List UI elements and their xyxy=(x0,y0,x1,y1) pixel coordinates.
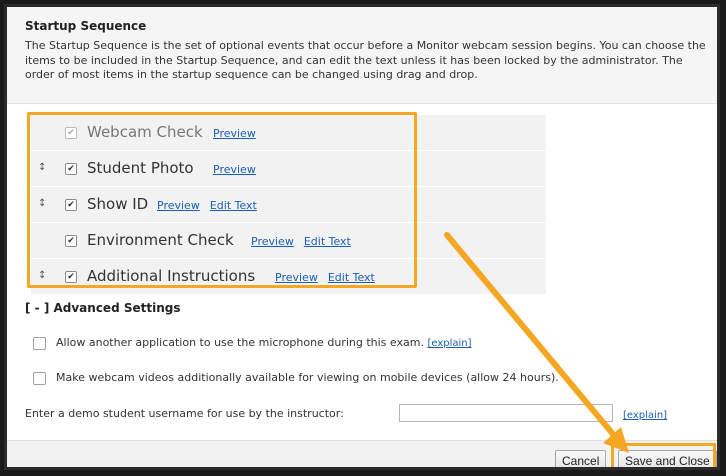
advanced-settings-toggle[interactable]: [ - ] Advanced Settings xyxy=(25,301,180,315)
sequence-item-label: Student Photo xyxy=(87,159,194,177)
sequence-item-links: Preview Edit Text xyxy=(251,235,361,248)
microphone-option[interactable]: Allow another application to use the mic… xyxy=(33,336,472,350)
edit-text-link[interactable]: Edit Text xyxy=(210,199,257,212)
dialog-title: Startup Sequence xyxy=(25,19,147,33)
sequence-item[interactable]: ↕ ✔ Additional Instructions Preview Edit Tex… xyxy=(31,259,546,295)
startup-sequence-dialog: Startup Sequence The Startup Sequence is… xyxy=(4,4,720,470)
demo-explain-link[interactable]: [explain] xyxy=(623,410,667,421)
mobile-checkbox[interactable] xyxy=(33,371,46,385)
drag-handle-icon[interactable]: ↕ xyxy=(38,270,46,281)
preview-link[interactable]: Preview xyxy=(213,163,256,176)
sequence-item-checkbox: ✔ xyxy=(65,127,77,139)
preview-link[interactable]: Preview xyxy=(275,271,318,284)
cancel-button[interactable]: Cancel xyxy=(555,450,607,467)
edit-text-link[interactable]: Edit Text xyxy=(304,235,351,248)
mobile-label: Make webcam videos additionally availabl… xyxy=(56,371,559,384)
dialog-header: Startup Sequence The Startup Sequence is… xyxy=(7,7,717,104)
sequence-item-label: Additional Instructions xyxy=(87,267,256,285)
sequence-item[interactable]: ✔ Webcam Check Preview xyxy=(31,115,546,151)
dialog-description: The Startup Sequence is the set of optio… xyxy=(25,39,706,81)
sequence-item-links: Preview Edit Text xyxy=(275,271,385,284)
demo-username-input[interactable] xyxy=(399,404,613,422)
demo-username-label: Enter a demo student username for use by… xyxy=(25,407,344,420)
sequence-item-label: Environment Check xyxy=(87,231,234,249)
drag-handle-icon[interactable]: ↕ xyxy=(38,198,46,209)
sequence-item-links: Preview xyxy=(213,127,266,140)
dialog-footer xyxy=(7,440,717,467)
sequence-item-links: Preview xyxy=(213,163,266,176)
sequence-item-checkbox[interactable]: ✔ xyxy=(65,163,77,175)
preview-link[interactable]: Preview xyxy=(157,199,200,212)
microphone-label: Allow another application to use the mic… xyxy=(56,336,424,349)
sequence-item[interactable]: ✔ Environment Check Preview Edit Text xyxy=(31,223,546,259)
save-and-close-button[interactable]: Save and Close xyxy=(618,450,717,467)
sequence-item-label: Webcam Check xyxy=(87,123,203,141)
sequence-item-links: Preview Edit Text xyxy=(157,199,267,212)
preview-link[interactable]: Preview xyxy=(251,235,294,248)
sequence-item-checkbox[interactable]: ✔ xyxy=(65,235,77,247)
sequence-item-checkbox[interactable]: ✔ xyxy=(65,271,77,283)
preview-link[interactable]: Preview xyxy=(213,127,256,140)
microphone-checkbox[interactable] xyxy=(33,336,46,350)
drag-handle-icon[interactable]: ↕ xyxy=(38,162,46,173)
mobile-option[interactable]: Make webcam videos additionally availabl… xyxy=(33,371,559,385)
sequence-item[interactable]: ↕ ✔ Show ID Preview Edit Text xyxy=(31,187,546,223)
sequence-item-checkbox[interactable]: ✔ xyxy=(65,199,77,211)
demo-explain-row: [explain] xyxy=(623,408,667,421)
sequence-item[interactable]: ↕ ✔ Student Photo Preview xyxy=(31,151,546,187)
startup-sequence-list: ✔ Webcam Check Preview ↕ ✔ Student Photo Previ… xyxy=(31,115,546,295)
sequence-item-label: Show ID xyxy=(87,195,149,213)
microphone-explain-link[interactable]: [explain] xyxy=(427,338,471,349)
edit-text-link[interactable]: Edit Text xyxy=(328,271,375,284)
